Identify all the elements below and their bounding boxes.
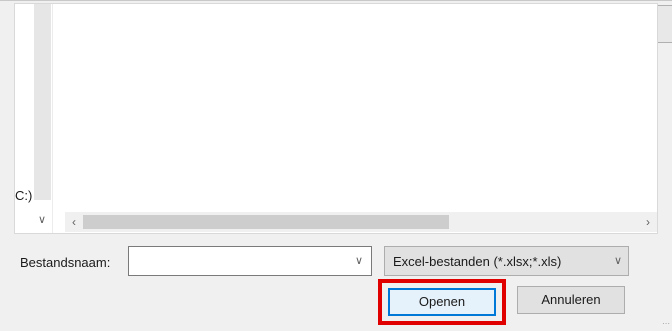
browse-area: C:) ∨ ‹ › bbox=[14, 3, 658, 234]
file-list-pane[interactable] bbox=[52, 4, 657, 233]
chevron-down-icon[interactable]: ∨ bbox=[33, 212, 51, 229]
file-open-dialog: C:) ∨ ‹ › Bestandsnaam: ∨ Excel-bestande… bbox=[0, 0, 672, 331]
filename-label: Bestandsnaam: bbox=[20, 255, 111, 270]
resize-grip-icon[interactable]: ⋯ bbox=[660, 319, 670, 329]
arrow-right-icon[interactable]: › bbox=[639, 212, 657, 232]
file-type-filter-value: Excel-bestanden (*.xlsx;*.xls) bbox=[393, 254, 562, 269]
filename-combobox[interactable]: ∨ bbox=[128, 246, 372, 276]
arrow-left-icon[interactable]: ‹ bbox=[65, 212, 83, 232]
scrollbar-thumb[interactable] bbox=[83, 215, 449, 229]
horizontal-scrollbar[interactable]: ‹ › bbox=[65, 212, 657, 232]
filename-input[interactable] bbox=[129, 247, 349, 275]
drive-label[interactable]: C:) bbox=[15, 188, 32, 203]
cancel-button[interactable]: Annuleren bbox=[517, 286, 625, 314]
chevron-down-icon: ∨ bbox=[613, 255, 622, 267]
nav-pane-scrollbar[interactable] bbox=[34, 4, 51, 200]
navigation-pane[interactable]: C:) ∨ bbox=[15, 4, 51, 233]
file-type-filter-select[interactable]: Excel-bestanden (*.xlsx;*.xls) ∨ bbox=[384, 246, 629, 276]
open-button[interactable]: Openen bbox=[388, 288, 496, 316]
window-edge-control bbox=[656, 5, 672, 43]
chevron-down-icon[interactable]: ∨ bbox=[351, 247, 367, 275]
